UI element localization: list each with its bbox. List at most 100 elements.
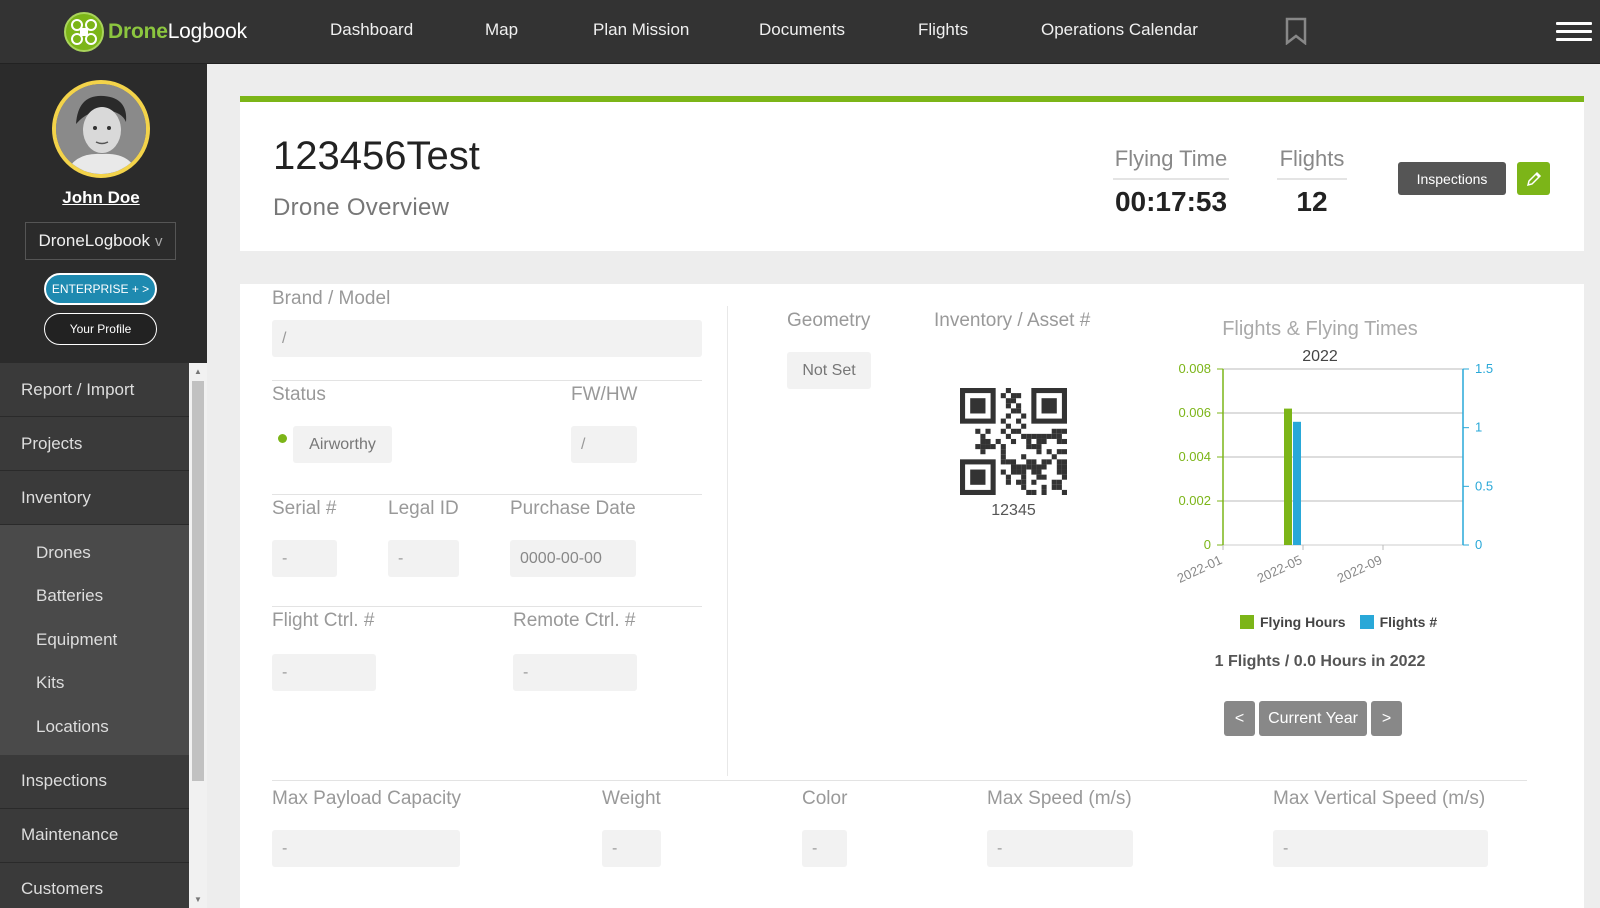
legal-id-label: Legal ID [388,498,459,519]
purchase-date-field: 0000-00-00 [510,540,636,577]
legal-id-field: - [388,540,459,577]
chart-prev-button[interactable]: < [1224,701,1255,736]
y-right-tick-label: 1.5 [1475,364,1493,376]
y-left-tick-label: 0.006 [1178,405,1211,420]
top-navbar: DroneLogbook Dashboard Map Plan Mission … [0,0,1600,64]
flying-time-label: Flying Time [1113,146,1229,180]
legend-item-flying-hours[interactable]: Flying Hours [1240,614,1346,630]
status-label: Status [272,384,326,405]
brand-model-field: / [272,320,702,357]
flight-ctrl-field: - [272,654,376,691]
sidebar-item-inventory[interactable]: Inventory [0,471,189,525]
qr-code-icon[interactable] [960,388,1067,495]
flights-label: Flights [1277,146,1347,180]
bookmark-icon[interactable] [1284,17,1308,50]
max-speed-field: - [987,830,1133,867]
nav-map[interactable]: Map [485,20,518,40]
flights-stat: Flights 12 [1277,146,1347,218]
divider [272,380,702,381]
nav-dashboard[interactable]: Dashboard [330,20,413,40]
inspections-button[interactable]: Inspections [1398,162,1506,195]
scroll-down-arrow-icon[interactable]: ▼ [194,895,202,904]
y-left-tick-label: 0 [1204,537,1211,552]
flight-ctrl-label: Flight Ctrl. # [272,610,375,631]
brand-name: DroneLogbook [108,20,247,44]
drone-details-card: Brand / Model / Status Airworthy FW/HW /… [240,284,1584,908]
sidebar: John Doe DroneLogbook v ENTERPRISE + > Y… [0,64,207,908]
x-tick-label: 2022-09 [1335,552,1385,586]
hamburger-menu-icon[interactable] [1556,22,1592,42]
legend-label-flights: Flights # [1379,614,1438,630]
brand-name-green: Drone [108,20,168,43]
sidebar-item-projects[interactable]: Projects [0,417,189,471]
nav-plan-mission[interactable]: Plan Mission [593,20,689,40]
drone-header-card: 123456Test Drone Overview Flying Time 00… [240,96,1584,251]
chart-current-year-button[interactable]: Current Year [1259,701,1367,736]
brand-name-white: Logbook [167,20,247,43]
nav-flights[interactable]: Flights [918,20,968,40]
divider [272,606,702,607]
legend-label-flying-hours: Flying Hours [1260,614,1346,630]
sidebar-item-locations[interactable]: Locations [0,705,189,749]
sidebar-item-drones[interactable]: Drones [0,531,189,575]
chart-next-button[interactable]: > [1371,701,1402,736]
organization-select[interactable]: DroneLogbook v [25,222,176,260]
flying-time-value: 00:17:53 [1114,186,1228,217]
nav-documents[interactable]: Documents [759,20,845,40]
divider [272,780,1527,781]
serial-field: - [272,540,337,577]
x-tick-label: 2022-01 [1175,552,1225,586]
enterprise-plan-button[interactable]: ENTERPRISE + > [44,273,157,305]
purchase-date-label: Purchase Date [510,498,636,519]
remote-ctrl-field: - [513,654,637,691]
your-profile-button[interactable]: Your Profile [44,313,157,345]
x-tick-label: 2022-05 [1255,552,1305,586]
remote-ctrl-label: Remote Ctrl. # [513,610,636,631]
sidebar-item-inspections[interactable]: Inspections [0,754,189,809]
sidebar-item-kits[interactable]: Kits [0,662,189,706]
chart-legend: Flying Hours Flights # [1240,614,1437,630]
y-left-tick-label: 0.002 [1178,493,1211,508]
status-value: Airworthy [293,426,392,463]
column-divider [727,306,728,776]
flying-time-stat: Flying Time 00:17:53 [1113,146,1229,218]
scroll-up-arrow-icon[interactable]: ▲ [194,367,202,376]
color-field: - [802,830,847,867]
max-payload-field: - [272,830,460,867]
nav-operations-calendar[interactable]: Operations Calendar [1041,20,1198,40]
brand-logo[interactable]: DroneLogbook [64,12,247,52]
pencil-icon [1526,171,1541,186]
sidebar-item-customers[interactable]: Customers [0,862,189,908]
y-right-tick-label: 0.5 [1475,478,1493,493]
weight-label: Weight [602,788,661,809]
inventory-submenu: Drones Batteries Equipment Kits Location… [0,525,189,755]
sidebar-item-maintenance[interactable]: Maintenance [0,808,189,863]
flights-value: 12 [1296,186,1328,217]
page-subtitle: Drone Overview [273,194,450,221]
chart-summary: 1 Flights / 0.0 Hours in 2022 [1214,653,1426,670]
fwhw-label: FW/HW [571,384,638,405]
sidebar-scrollbar[interactable]: ▲ ▼ [189,363,207,908]
geometry-value: Not Set [787,352,871,389]
y-left-tick-label: 0.004 [1178,449,1211,464]
weight-field: - [602,830,661,867]
y-right-tick-label: 0 [1475,537,1482,552]
organization-select-value: DroneLogbook [38,231,151,250]
geometry-label: Geometry [787,310,871,331]
asset-number: 12345 [991,502,1036,519]
edit-button[interactable] [1517,162,1550,195]
sidebar-menu: Report / Import Projects Inventory Drone… [0,363,189,908]
sidebar-item-batteries[interactable]: Batteries [0,575,189,619]
sidebar-item-report-import[interactable]: Report / Import [0,363,189,417]
brand-model-label: Brand / Model [272,288,391,309]
color-label: Color [802,788,848,809]
legend-item-flights[interactable]: Flights # [1359,614,1438,630]
sidebar-scroll-thumb[interactable] [192,381,204,781]
user-name-link[interactable]: John Doe [0,188,202,208]
fwhw-field: / [571,426,637,463]
avatar[interactable] [52,80,150,178]
bar-flying-hours [1284,408,1292,545]
y-right-tick-label: 1 [1475,420,1482,435]
serial-label: Serial # [272,498,337,519]
sidebar-item-equipment[interactable]: Equipment [0,618,189,662]
